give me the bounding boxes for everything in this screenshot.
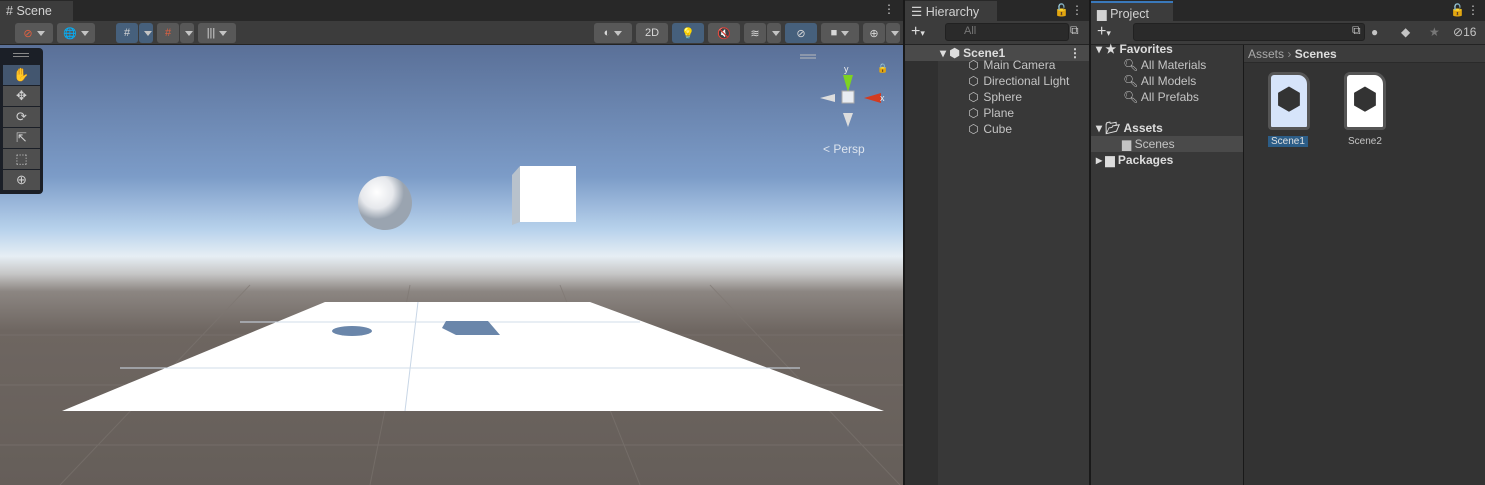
rotate-tool-button[interactable]: ⟳ xyxy=(3,107,40,127)
increment-snap-dropdown[interactable]: ||| xyxy=(198,23,236,43)
plane xyxy=(62,302,884,411)
camera-dropdown[interactable]: ■ xyxy=(821,23,859,43)
gameobject-icon: ⬡ xyxy=(968,122,979,136)
search-scene-icon[interactable]: ⧉ xyxy=(1070,23,1079,38)
scene-file[interactable]: ⬢ Scene1 xyxy=(1264,72,1318,147)
effects-button[interactable]: ≋ xyxy=(744,23,766,43)
effects-dropdown[interactable] xyxy=(767,23,781,43)
tab-hierarchy[interactable]: ☰ Hierarchy xyxy=(905,1,997,21)
breadcrumb-assets[interactable]: Assets xyxy=(1248,47,1284,61)
search-scope-icon[interactable]: ⧉ xyxy=(1352,23,1361,38)
draw-mode-dropdown[interactable]: ⊘ xyxy=(15,23,53,43)
project-tree: ▾ ★ Favorites 🔍︎ All Materials 🔍︎ All Mo… xyxy=(1091,42,1243,485)
scene-viewport[interactable]: y x 🔒 < Persp xyxy=(0,45,903,485)
favorites-header[interactable]: ▾ ★ Favorites xyxy=(1096,41,1173,57)
scene-render: y x 🔒 < Persp xyxy=(0,54,903,485)
scale-tool-button[interactable]: ⇱ xyxy=(3,128,40,148)
tools-overlay: ✋ ✥ ⟳ ⇱ ⬚ ⊕ xyxy=(0,48,43,194)
lightbulb-icon: 💡 xyxy=(681,27,695,40)
list-item[interactable]: ⬡ Plane xyxy=(967,105,1014,121)
grid-icon: # xyxy=(6,4,13,18)
grid-dropdown[interactable] xyxy=(139,23,153,43)
project-content: Assets › Scenes ⬢ Scene1 ⬢ Scene2 xyxy=(1244,45,1485,485)
sphere-shadow xyxy=(332,326,372,336)
hierarchy-tab-bar: ☰ Hierarchy 🔓 ⋮ xyxy=(905,0,1089,21)
more-menu-icon[interactable]: ⋮ xyxy=(1467,3,1479,17)
gameobject-icon: ⬡ xyxy=(968,58,979,72)
list-item[interactable]: ⬡ Directional Light xyxy=(967,73,1069,89)
hand-tool-button[interactable]: ✋ xyxy=(3,65,40,85)
lock-icon[interactable]: 🔓 xyxy=(1054,3,1069,17)
hidden-packages-toggle[interactable]: ⊘16 xyxy=(1453,25,1476,39)
hierarchy-panel: ▾ ⬢ Scene1 ⋮ ⬡ Main Camera ⬡ Directional … xyxy=(905,45,1089,485)
scene-visibility-button[interactable]: ⊘ xyxy=(785,23,817,43)
packages-folder[interactable]: ▸ ▆ Packages xyxy=(1096,152,1173,168)
audio-toggle-button[interactable]: 🔇 xyxy=(708,23,740,43)
project-tab-bar: ▆ Project 🔓 ⋮ xyxy=(1091,0,1485,21)
scene-file[interactable]: ⬢ Scene2 xyxy=(1340,72,1394,147)
gizmos-button[interactable]: ⊕ xyxy=(863,23,885,43)
lock-icon[interactable]: 🔒 xyxy=(877,63,888,73)
list-item[interactable]: ⬡ Main Camera xyxy=(967,57,1055,73)
2d-toggle-button[interactable]: 2D xyxy=(636,23,668,43)
list-item[interactable]: ⬡ Sphere xyxy=(967,89,1022,105)
persp-label[interactable]: < Persp xyxy=(823,142,865,156)
breadcrumb-scenes[interactable]: Scenes xyxy=(1295,47,1337,61)
favorite-item[interactable]: 🔍︎ All Prefabs xyxy=(1123,89,1199,105)
more-menu-icon[interactable]: ⋮ xyxy=(883,2,895,16)
gizmos-dropdown[interactable] xyxy=(886,23,900,43)
rect-tool-button[interactable]: ⬚ xyxy=(3,149,40,169)
scene-tab-bar: # Scene ⋮ xyxy=(0,0,903,21)
scene-toolbar: ⊘ 🌐 # # ||| ◐ 2D 💡 🔇 ≋ ⊘ ■ ⊕ xyxy=(0,21,903,45)
snap-dropdown[interactable] xyxy=(180,23,194,43)
gameobject-icon: ⬡ xyxy=(968,106,979,120)
sphere xyxy=(358,176,412,230)
drag-handle[interactable] xyxy=(13,53,29,57)
tab-project[interactable]: ▆ Project xyxy=(1091,1,1173,21)
hierarchy-search-input[interactable]: All xyxy=(945,23,1069,41)
grid-toggle-button[interactable]: # xyxy=(116,23,138,43)
assets-folder[interactable]: ▾ 📂︎ Assets xyxy=(1096,120,1163,136)
svg-text:x: x xyxy=(880,93,885,103)
move-tool-button[interactable]: ✥ xyxy=(3,86,40,106)
gameobject-icon: ⬡ xyxy=(968,90,979,104)
list-item[interactable]: ⬡ Cube xyxy=(967,121,1012,137)
add-button[interactable]: +▾ xyxy=(911,23,925,41)
snap-button[interactable]: # xyxy=(157,23,179,43)
unity-scene-icon: ⬢ xyxy=(1268,72,1310,130)
more-menu-icon[interactable]: ⋮ xyxy=(1071,3,1083,17)
tab-scene[interactable]: # Scene xyxy=(0,1,73,21)
gameobject-icon: ⬡ xyxy=(968,74,979,88)
breadcrumb: Assets › Scenes xyxy=(1244,45,1485,63)
scenes-folder[interactable]: ▆ Scenes xyxy=(1091,136,1243,152)
orientation-gizmo[interactable]: y x xyxy=(820,64,885,127)
unity-scene-icon: ⬢ xyxy=(1344,72,1386,130)
label-filter-icon[interactable]: ◆ xyxy=(1401,25,1410,39)
shading-mode-dropdown[interactable]: ◐ xyxy=(594,23,632,43)
svg-text:y: y xyxy=(844,64,849,74)
transform-tool-button[interactable]: ⊕ xyxy=(3,170,40,190)
lighting-toggle-button[interactable]: 💡 xyxy=(672,23,704,43)
type-filter-icon[interactable]: ● xyxy=(1371,25,1378,39)
cube xyxy=(520,166,576,222)
favorite-item[interactable]: 🔍︎ All Models xyxy=(1123,73,1196,89)
favorite-item[interactable]: 🔍︎ All Materials xyxy=(1123,57,1206,73)
global-dropdown[interactable]: 🌐 xyxy=(57,23,95,43)
create-button[interactable]: +▾ xyxy=(1097,23,1111,41)
eye-hidden-icon: ⊘ xyxy=(796,27,806,40)
lock-icon[interactable]: 🔓 xyxy=(1450,3,1465,17)
favorite-star-icon[interactable]: ★ xyxy=(1429,25,1440,39)
project-search-input[interactable] xyxy=(1133,23,1365,41)
